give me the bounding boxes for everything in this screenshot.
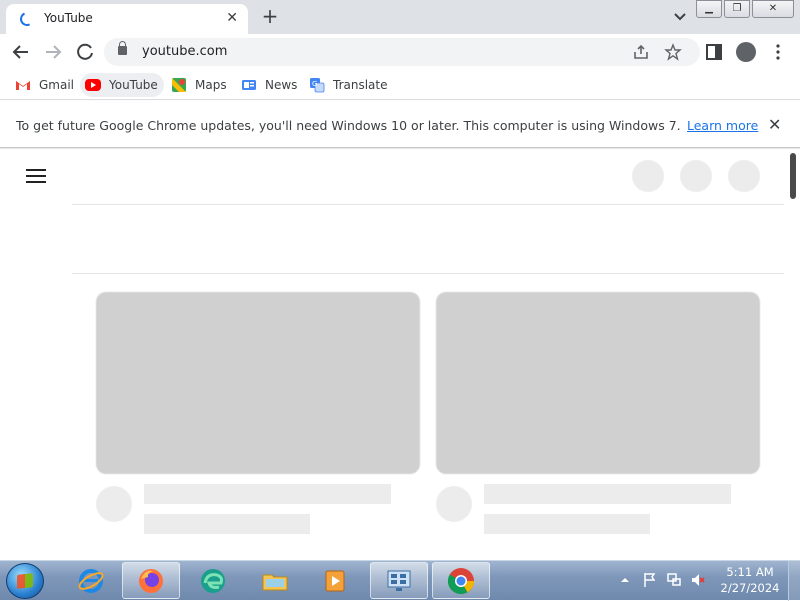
show-desktop-button[interactable] [788,561,800,601]
bookmark-maps[interactable]: Maps [166,73,233,97]
taskbar-edge[interactable] [184,562,242,599]
bookmark-label: Translate [333,78,388,92]
url-text[interactable]: youtube.com [142,44,227,59]
divider [72,204,784,205]
restore-button[interactable]: ❐ [724,0,750,18]
start-button[interactable] [6,563,44,599]
bookmark-label: Gmail [39,78,75,92]
bookmark-translate[interactable]: G Translate [304,73,394,97]
chrome-icon [447,567,475,594]
windows-taskbar: 5:11 AM 2/27/2024 [0,560,800,601]
update-info-bar: To get future Google Chrome updates, you… [0,101,800,148]
address-bar[interactable]: youtube.com [104,38,700,66]
learn-more-link[interactable]: Learn more [687,118,758,133]
clock-time: 5:11 AM [726,565,774,579]
firefox-icon [139,568,163,593]
taskbar-internet-explorer[interactable] [62,562,120,599]
tab-title: YouTube [44,11,93,25]
update-message: To get future Google Chrome updates, you… [16,118,681,133]
header-placeholder-circle [728,160,760,192]
bookmark-label: YouTube [109,78,158,92]
meta-placeholder [484,514,650,534]
title-placeholder [484,484,731,504]
more-menu-icon[interactable] [768,42,788,62]
action-center-flag-icon[interactable] [642,572,658,588]
system-clock[interactable]: 5:11 AM 2/27/2024 [716,564,784,596]
browser-toolbar: youtube.com [0,34,800,70]
loading-spinner-icon [18,10,36,28]
edge-icon [201,568,225,593]
volume-muted-icon[interactable] [690,572,706,588]
windows-logo-icon [17,573,33,589]
header-placeholder-circle [632,160,664,192]
translate-icon: G [310,78,325,93]
bookmark-label: Maps [195,78,227,92]
system-tray [620,571,710,591]
hamburger-menu-icon[interactable] [26,169,46,183]
infobar-close-button[interactable]: ✕ [768,115,781,134]
lock-icon[interactable] [118,41,127,55]
video-thumbnail-placeholder [96,292,420,474]
channel-avatar-placeholder [436,486,472,522]
bookmark-star-icon[interactable] [664,43,682,61]
youtube-icon [85,79,101,91]
taskbar-media-player[interactable] [306,562,364,599]
clock-date: 2/27/2024 [720,581,780,595]
profile-avatar-icon[interactable] [736,42,756,62]
svg-text:G: G [312,80,317,88]
bookmark-label: News [265,78,298,92]
page-scrollbar[interactable] [790,153,796,199]
channel-avatar-placeholder [96,486,132,522]
header-placeholder-circle [680,160,712,192]
bookmark-news[interactable]: News [236,73,303,97]
maps-icon [172,78,186,92]
tab-strip: YouTube ✕ + ▁ ❐ ✕ [0,0,800,34]
gmail-icon [16,81,30,90]
taskbar-chrome[interactable] [432,562,490,599]
title-placeholder [144,484,391,504]
minimize-button[interactable]: ▁ [696,0,722,18]
new-tab-button[interactable]: + [258,4,282,28]
divider [72,273,784,274]
bookmark-gmail[interactable]: Gmail [10,73,80,97]
taskbar-file-explorer[interactable] [246,562,304,599]
taskbar-firefox[interactable] [122,562,180,599]
taskbar-control-panel[interactable] [370,562,428,599]
tab-search-chevron-icon[interactable] [670,6,690,26]
side-panel-icon[interactable] [704,42,724,62]
stop-loading-icon[interactable] [74,41,96,63]
bookmark-youtube[interactable]: YouTube [80,73,164,97]
forward-arrow-icon[interactable] [42,41,64,63]
video-thumbnail-placeholder [436,292,760,474]
share-icon[interactable] [632,43,650,61]
tab-close-button[interactable]: ✕ [226,10,238,26]
tab-youtube[interactable]: YouTube ✕ [6,4,248,34]
network-icon[interactable] [666,572,682,588]
youtube-page [0,149,800,561]
window-controls: ▁ ❐ ✕ [694,0,794,18]
close-window-button[interactable]: ✕ [752,0,794,18]
folder-icon [262,574,288,590]
show-hidden-icons-icon[interactable] [620,575,630,585]
media-player-icon [325,570,345,591]
back-arrow-icon[interactable] [10,41,32,63]
meta-placeholder [144,514,310,534]
news-icon [242,80,256,90]
internet-explorer-icon [78,568,104,593]
control-panel-icon [387,570,411,591]
bookmarks-bar: Gmail YouTube Maps News G Translate [0,70,800,180]
